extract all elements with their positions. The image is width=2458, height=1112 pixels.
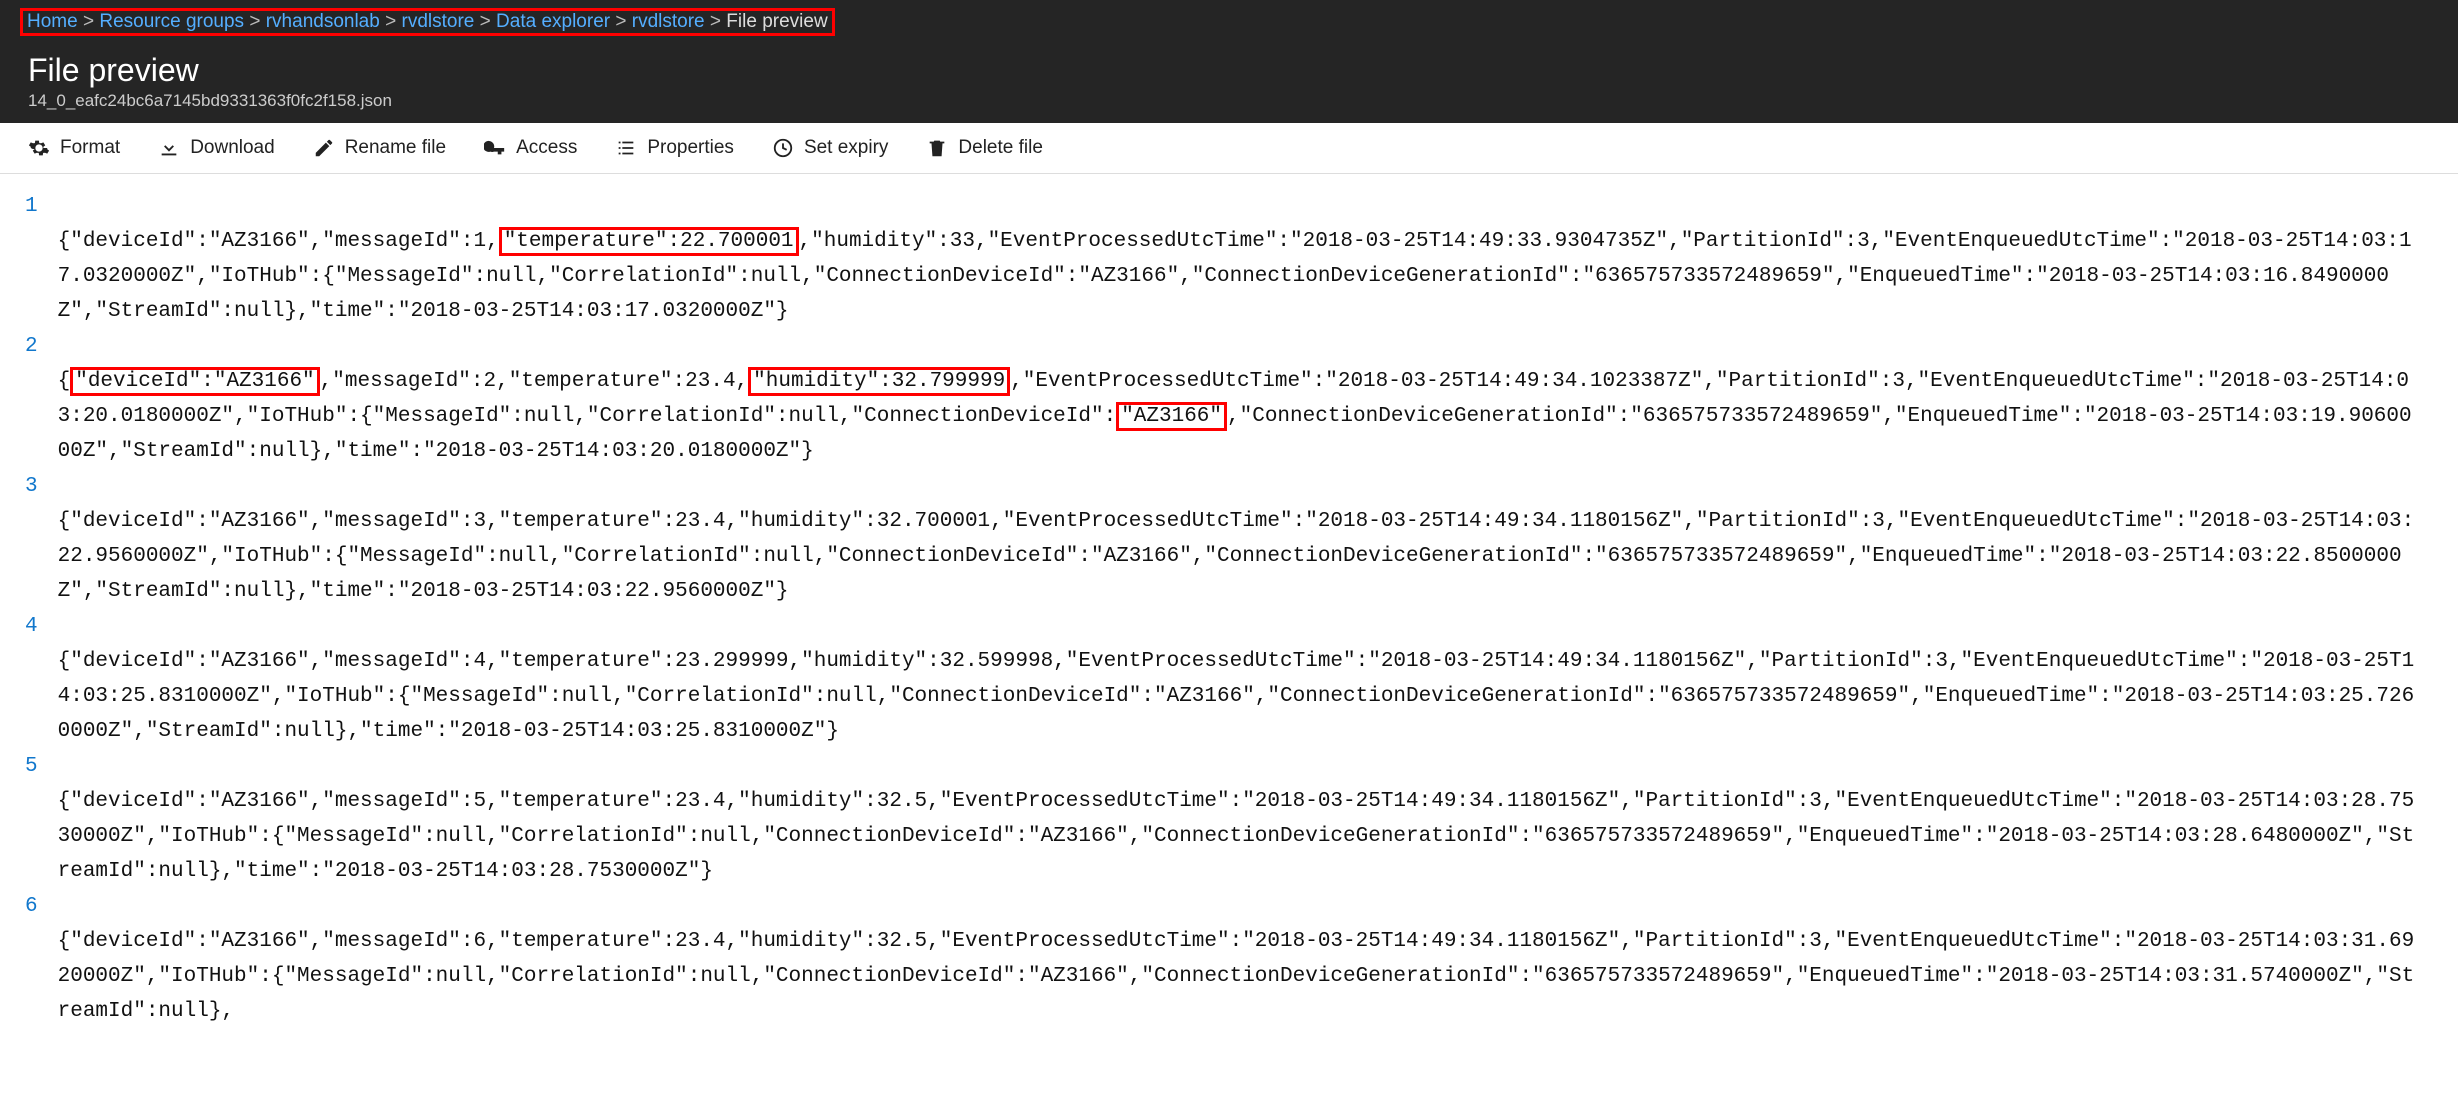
highlight-temperature: "temperature":22.700001 [499, 227, 799, 256]
chevron-right-icon: > [480, 11, 491, 32]
line-number: 2 [25, 329, 38, 469]
highlight-humidity: "humidity":32.799999 [748, 367, 1010, 396]
breadcrumb-current: File preview [726, 11, 827, 32]
line-number: 6 [25, 889, 38, 989]
breadcrumb-resource-groups[interactable]: Resource groups [99, 11, 244, 32]
clock-icon [772, 137, 794, 159]
set-expiry-button[interactable]: Set expiry [772, 137, 888, 159]
line-gutter: 1 2 3 4 5 6 [25, 189, 58, 1099]
chevron-right-icon: > [83, 11, 94, 32]
trash-icon [926, 137, 948, 159]
delete-label: Delete file [958, 137, 1043, 159]
toolbar: Format Download Rename file Access Prope… [0, 123, 2458, 174]
download-icon [158, 137, 180, 159]
breadcrumb: Home > Resource groups > rvhandsonlab > … [0, 0, 2458, 44]
format-label: Format [60, 137, 120, 159]
breadcrumb-rvhandsonlab[interactable]: rvhandsonlab [266, 11, 380, 32]
format-button[interactable]: Format [28, 137, 120, 159]
line-number: 1 [25, 189, 38, 329]
list-icon [615, 137, 637, 159]
chevron-right-icon: > [385, 11, 396, 32]
line-number: 3 [25, 469, 38, 609]
line-number: 4 [25, 609, 38, 749]
breadcrumb-home[interactable]: Home [27, 11, 78, 32]
breadcrumb-data-explorer[interactable]: Data explorer [496, 11, 610, 32]
rename-label: Rename file [345, 137, 446, 159]
code-text[interactable]: {"deviceId":"AZ3166","messageId":1,"temp… [58, 189, 2458, 1099]
page-title: File preview [28, 52, 2430, 89]
download-button[interactable]: Download [158, 137, 275, 159]
chevron-right-icon: > [615, 11, 626, 32]
highlight-conn-deviceid: "AZ3166" [1116, 402, 1227, 431]
key-icon [484, 137, 506, 159]
gear-icon [28, 137, 50, 159]
chevron-right-icon: > [249, 11, 260, 32]
setexpiry-label: Set expiry [804, 137, 888, 159]
breadcrumb-rvdlstore2[interactable]: rvdlstore [632, 11, 705, 32]
json-record: {"deviceId":"AZ3166","messageId":4,"temp… [58, 644, 2418, 749]
line-number: 5 [25, 749, 38, 889]
access-button[interactable]: Access [484, 137, 577, 159]
json-record: {"deviceId":"AZ3166","messageId":3,"temp… [58, 504, 2418, 609]
json-record: {"deviceId":"AZ3166","messageId":2,"temp… [58, 364, 2418, 469]
properties-button[interactable]: Properties [615, 137, 734, 159]
highlight-deviceid: "deviceId":"AZ3166" [70, 367, 319, 396]
breadcrumb-rvdlstore[interactable]: rvdlstore [402, 11, 475, 32]
breadcrumb-highlight: Home > Resource groups > rvhandsonlab > … [20, 8, 835, 36]
file-content: 1 2 3 4 5 6 {"deviceId":"AZ3166","messag… [0, 174, 2458, 1099]
access-label: Access [516, 137, 577, 159]
delete-file-button[interactable]: Delete file [926, 137, 1043, 159]
rename-button[interactable]: Rename file [313, 137, 446, 159]
pencil-icon [313, 137, 335, 159]
properties-label: Properties [647, 137, 734, 159]
file-name: 14_0_eafc24bc6a7145bd9331363f0fc2f158.js… [28, 89, 2430, 111]
download-label: Download [190, 137, 275, 159]
json-record: {"deviceId":"AZ3166","messageId":6,"temp… [58, 924, 2418, 1029]
chevron-right-icon: > [710, 11, 721, 32]
page-header: File preview 14_0_eafc24bc6a7145bd933136… [0, 44, 2458, 123]
json-record: {"deviceId":"AZ3166","messageId":1,"temp… [58, 224, 2418, 329]
json-record: {"deviceId":"AZ3166","messageId":5,"temp… [58, 784, 2418, 889]
